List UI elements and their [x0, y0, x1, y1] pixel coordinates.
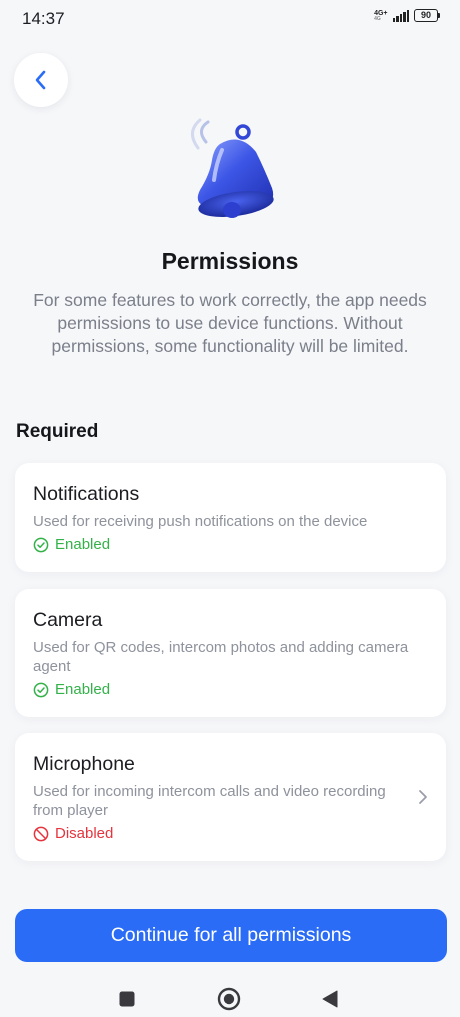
signal-icon [392, 9, 409, 22]
permission-status: Disabled [33, 824, 428, 843]
chevron-right-icon[interactable] [418, 789, 428, 805]
page-description: For some features to work correctly, the… [33, 290, 427, 356]
permission-title: Camera [33, 609, 103, 631]
permission-status-label: Enabled [55, 681, 111, 698]
check-circle-icon [33, 682, 49, 697]
bell-icon [191, 118, 274, 218]
continue-button[interactable]: Continue for all permissions [15, 909, 447, 962]
status-time: 14:37 [22, 9, 65, 28]
permission-card-microphone[interactable]: Microphone Used for incoming intercom ca… [15, 733, 446, 861]
home-button[interactable] [209, 980, 249, 1017]
status-bar: 14:37 4G+ 4G 90 [0, 0, 460, 36]
battery-level: 90 [414, 9, 438, 22]
permission-card-camera[interactable]: Camera Used for QR codes, intercom photo… [15, 589, 446, 717]
chevron-left-icon [35, 70, 46, 90]
permission-description: Used for QR codes, intercom photos and a… [33, 639, 409, 675]
permission-status-label: Enabled [55, 536, 111, 553]
permission-description: Used for receiving push notifications on… [33, 513, 368, 530]
page-title: Permissions [161, 248, 299, 274]
circle-icon [217, 987, 241, 1010]
recents-button[interactable] [107, 980, 147, 1017]
permission-status: Enabled [33, 680, 428, 699]
system-nav-bar [0, 980, 460, 1017]
permission-description: Used for incoming intercom calls and vid… [33, 783, 386, 819]
permission-title: Microphone [33, 753, 135, 775]
network-indicator: 4G+ 4G [374, 10, 387, 22]
system-back-button[interactable] [310, 980, 350, 1017]
permission-card-notifications[interactable]: Notifications Used for receiving push no… [15, 463, 446, 572]
network-sub-label: 4G [374, 15, 381, 22]
permission-status: Enabled [33, 535, 428, 554]
square-icon [119, 991, 135, 1006]
triangle-back-icon [322, 990, 338, 1007]
permission-status-label: Disabled [55, 825, 114, 842]
status-indicators: 4G+ 4G 90 [374, 9, 440, 22]
section-heading-required: Required [16, 421, 99, 442]
back-button[interactable] [14, 53, 68, 107]
block-icon [33, 826, 49, 841]
check-circle-icon [33, 537, 49, 552]
permission-title: Notifications [33, 483, 140, 505]
battery-icon: 90 [414, 9, 440, 22]
